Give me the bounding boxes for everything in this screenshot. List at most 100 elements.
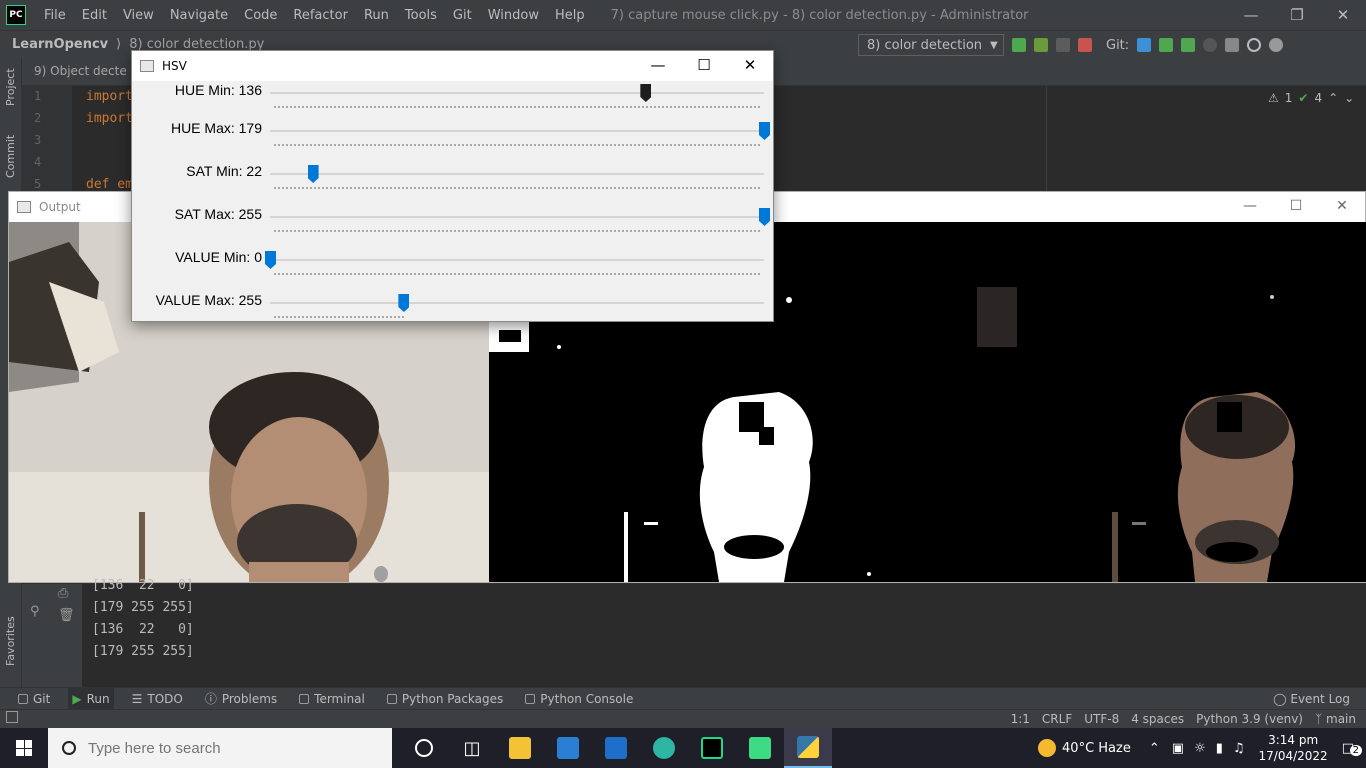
git-branch[interactable]: ᛉ main (1315, 710, 1356, 728)
trackbar-track[interactable] (270, 259, 764, 261)
git-push-icon[interactable] (1181, 38, 1196, 52)
search-input[interactable] (88, 739, 368, 757)
layout-icon[interactable] (6, 711, 18, 723)
menu-window[interactable]: Window (480, 8, 547, 23)
chevron-down-icon[interactable]: ⌄ (1344, 91, 1354, 105)
check-icon[interactable]: ✔ (1298, 91, 1308, 105)
weather-icon[interactable] (1038, 739, 1057, 757)
rerun-icon[interactable] (1012, 38, 1026, 52)
menu-help[interactable]: Help (547, 8, 593, 23)
stop-icon[interactable] (1078, 38, 1092, 52)
trackbar-thumb[interactable] (640, 84, 652, 102)
tab-problems[interactable]: ⓘ Problems (201, 688, 281, 710)
tab-todo[interactable]: ☰ TODO (128, 688, 187, 710)
restore-icon[interactable]: ❐ (1274, 0, 1320, 30)
tab-python-packages[interactable]: Python Packages (383, 688, 507, 710)
start-button[interactable] (0, 728, 48, 768)
store-button[interactable] (544, 728, 592, 768)
debug-icon[interactable] (1034, 38, 1048, 52)
trackbar-label: HUE Max: 179 (170, 120, 262, 136)
search-icon[interactable] (1247, 38, 1262, 52)
device-icon[interactable]: ▣ (1172, 741, 1184, 756)
line-separator[interactable]: CRLF (1042, 710, 1072, 728)
weather-text[interactable]: 40°C Haze (1062, 741, 1131, 756)
battery-icon[interactable]: ▮ (1216, 741, 1223, 756)
run-configuration-select[interactable]: 8) color detection ▼ (858, 34, 1004, 56)
caret-position[interactable]: 1:1 (1011, 710, 1030, 728)
pycharm-button[interactable] (688, 728, 736, 768)
file-explorer-button[interactable] (496, 728, 544, 768)
code-line: import (86, 89, 133, 104)
trackbar-track[interactable] (270, 216, 764, 218)
trackbar-track[interactable] (270, 130, 764, 132)
menu-tools[interactable]: Tools (397, 8, 445, 23)
file-encoding[interactable]: UTF-8 (1084, 710, 1119, 728)
tab-run[interactable]: ▶ Run (68, 687, 114, 710)
task-view-button[interactable]: ◫ (448, 728, 496, 768)
android-icon (749, 737, 771, 759)
menu-navigate[interactable]: Navigate (162, 8, 236, 23)
menu-run[interactable]: Run (356, 8, 397, 23)
project-tool-tab[interactable]: Project (4, 68, 17, 106)
trackbar-thumb[interactable] (759, 208, 770, 226)
menu-file[interactable]: File (36, 8, 74, 23)
tab-git[interactable]: Git (14, 688, 54, 710)
trackbar-track[interactable] (270, 173, 764, 175)
taskbar-search[interactable] (48, 728, 392, 768)
warning-icon[interactable]: ⚠ (1268, 91, 1279, 105)
trackbar-thumb[interactable] (307, 165, 319, 183)
trash-icon[interactable]: 🗑 (58, 608, 75, 623)
minimize-icon[interactable]: — (635, 51, 681, 79)
trackbar-thumb[interactable] (265, 251, 276, 269)
trackbar-ticks (274, 316, 404, 318)
pin-icon[interactable]: ⚲ (30, 604, 40, 619)
tab-python-console[interactable]: Python Console (521, 688, 637, 710)
python-app-button[interactable] (784, 728, 832, 768)
rollback-icon[interactable] (1225, 38, 1240, 52)
git-commit-icon[interactable] (1159, 38, 1174, 52)
close-icon[interactable]: ✕ (727, 51, 773, 79)
close-icon[interactable]: ✕ (1320, 0, 1366, 30)
wifi-icon[interactable]: ☼ (1194, 741, 1206, 756)
code-line: def em (86, 177, 133, 192)
event-log-button[interactable]: ◯ Event Log (1273, 688, 1350, 710)
print-icon[interactable]: ⎙ (58, 586, 68, 601)
history-icon[interactable] (1203, 38, 1218, 52)
menu-view[interactable]: View (115, 8, 162, 23)
chevron-up-icon[interactable]: ⌃ (1149, 741, 1160, 756)
python-interpreter[interactable]: Python 3.9 (venv) (1196, 710, 1303, 728)
trackbar-thumb[interactable] (759, 122, 770, 140)
menu-refactor[interactable]: Refactor (285, 8, 356, 23)
breadcrumb-project[interactable]: LearnOpencv (12, 37, 108, 52)
volume-icon[interactable]: ♫ (1233, 741, 1245, 756)
cortana-button[interactable] (400, 728, 448, 768)
clock[interactable]: 3:14 pm 17/04/2022 (1259, 732, 1328, 764)
gear-icon[interactable] (1269, 38, 1284, 52)
git-update-icon[interactable] (1137, 38, 1152, 52)
edge-button[interactable] (640, 728, 688, 768)
indent-setting[interactable]: 4 spaces (1131, 710, 1184, 728)
trackbar-track[interactable] (270, 92, 764, 94)
minimize-icon[interactable]: — (1228, 0, 1274, 30)
close-icon[interactable]: ✕ (1319, 192, 1365, 220)
android-studio-button[interactable] (736, 728, 784, 768)
chevron-up-icon[interactable]: ⌃ (1328, 91, 1338, 105)
commit-tool-tab[interactable]: Commit (4, 135, 17, 178)
trackbar-track[interactable] (270, 302, 764, 304)
maximize-icon[interactable]: ☐ (1273, 192, 1319, 220)
git-label: Git: (1106, 37, 1130, 53)
favorites-tool-tab[interactable]: Favorites (4, 616, 17, 666)
menu-git[interactable]: Git (445, 8, 480, 23)
tab-terminal[interactable]: Terminal (295, 688, 369, 710)
notification-button[interactable]: □ 2 (1342, 741, 1362, 756)
menu-code[interactable]: Code (236, 8, 285, 23)
minimize-icon[interactable]: — (1227, 192, 1273, 220)
console-line: [179 255 255] (92, 644, 194, 659)
run-console[interactable]: ⎙ ⚲ 🗑 [136 22 0] [179 255 255] [136 22 0… (22, 578, 1366, 688)
coverage-icon[interactable] (1056, 38, 1070, 52)
mail-button[interactable] (592, 728, 640, 768)
maximize-icon[interactable]: ☐ (681, 51, 727, 79)
menu-edit[interactable]: Edit (74, 8, 115, 23)
trackbar-thumb[interactable] (398, 294, 410, 312)
editor-tab[interactable]: 9) Object decte (34, 64, 127, 78)
